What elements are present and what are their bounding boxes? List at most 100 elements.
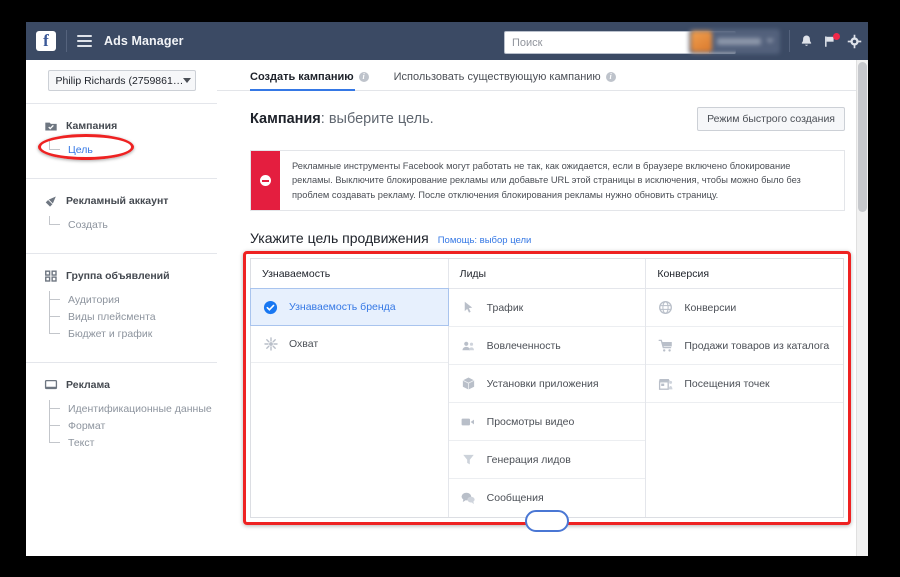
objective-store-visits[interactable]: Посещения точек: [646, 365, 844, 404]
column-header: Узнаваемость: [251, 259, 448, 290]
page-title-strong: Кампания: [250, 111, 321, 127]
sidebar-group-header: Группа объявлений: [42, 267, 217, 284]
video-camera-icon: [460, 413, 477, 430]
sidebar-item-format[interactable]: Формат: [49, 417, 217, 434]
sidebar-item-label: Виды плейсмента: [68, 310, 156, 323]
objective-label: Сообщения: [486, 492, 544, 505]
sidebar-item-placements[interactable]: Виды плейсмента: [49, 308, 217, 325]
sidebar-subitems: Цель: [38, 134, 217, 160]
chat-bubbles-icon: [460, 490, 477, 507]
objective-app-installs[interactable]: Установки приложения: [448, 365, 646, 404]
sidebar-item-budget-schedule[interactable]: Бюджет и график: [49, 325, 217, 342]
objective-label: Вовлеченность: [486, 339, 561, 352]
objective-column-conversion: Конверсия Конверсии Продажи товаров из к…: [646, 259, 844, 517]
hamburger-menu-icon[interactable]: [77, 35, 92, 47]
bottom-continue-button-partial[interactable]: [525, 510, 569, 533]
objective-table: Узнаваемость Узнаваемость бренда Охват Л…: [250, 258, 844, 519]
section-title: Укажите цель продвижения: [250, 230, 429, 247]
sidebar-item-create[interactable]: Создать: [49, 216, 217, 233]
people-icon: [460, 337, 477, 354]
funnel-icon: [460, 451, 477, 468]
objective-label: Посещения точек: [684, 377, 770, 390]
info-icon[interactable]: i: [605, 72, 616, 82]
sidebar-item-label: Бюджет и график: [68, 327, 153, 340]
tab-bar: Создать кампанию i Использовать существу…: [217, 60, 868, 91]
tab-create-campaign[interactable]: Создать кампанию i: [250, 71, 369, 91]
sidebar-item-text[interactable]: Текст: [49, 434, 217, 451]
objective-column-awareness: Узнаваемость Узнаваемость бренда Охват: [250, 259, 449, 518]
topbar-right-icons: [689, 22, 862, 60]
objective-engagement[interactable]: Вовлеченность: [448, 327, 646, 366]
check-circle-icon: [262, 299, 279, 316]
tab-label: Использовать существующую кампанию: [393, 71, 601, 83]
info-icon[interactable]: i: [358, 72, 369, 82]
storefront-icon: [657, 375, 674, 392]
sidebar-item-label: Создать: [68, 218, 108, 231]
adset-grid-icon: [42, 267, 59, 284]
top-navigation-bar: f Ads Manager: [26, 22, 868, 60]
objective-reach[interactable]: Охват: [251, 325, 448, 364]
sidebar-item-label: Идентификационные данные: [68, 402, 212, 415]
sidebar-group-ad-account: Рекламный аккаунт Создать: [26, 179, 217, 241]
objective-brand-awareness[interactable]: Узнаваемость бренда: [250, 288, 449, 327]
browser-viewport: f Ads Manager Поиск Philip Richards (275…: [26, 22, 868, 556]
tree-branch-icon: [49, 434, 62, 443]
tree-branch-icon: [49, 216, 62, 225]
adblock-alert-banner: Рекламные инструменты Facebook могут раб…: [250, 150, 845, 212]
divider: [789, 30, 790, 52]
account-name-blurred: [717, 37, 761, 45]
sidebar-item-objective[interactable]: Цель: [49, 141, 217, 158]
objective-video-views[interactable]: Просмотры видео: [448, 403, 646, 442]
objective-label: Установки приложения: [486, 377, 599, 390]
sidebar-group-header: Рекламный аккаунт: [42, 192, 217, 209]
account-selector-dropdown[interactable]: Philip Richards (2759861…: [47, 70, 196, 91]
avatar: [691, 30, 712, 52]
ad-monitor-icon: [42, 376, 59, 393]
sidebar-group-header: Кампания: [42, 117, 217, 134]
sidebar-group-adset: Группа объявлений Аудитория Виды плейсме…: [26, 254, 217, 350]
sidebar-item-identity[interactable]: Идентификационные данные: [49, 400, 217, 417]
objective-lead-generation[interactable]: Генерация лидов: [448, 441, 646, 480]
sidebar-item-label: Цель: [68, 143, 93, 156]
objective-catalog-sales[interactable]: Продажи товаров из каталога: [646, 327, 844, 366]
chevron-down-icon: [766, 39, 774, 43]
tab-use-existing-campaign[interactable]: Использовать существующую кампанию i: [394, 71, 616, 90]
page-heading-row: Кампания: выберите цель. Режим быстрого …: [217, 91, 868, 131]
objective-conversions[interactable]: Конверсии: [646, 289, 844, 328]
chevron-down-icon: [183, 78, 192, 83]
sidebar-subitems: Идентификационные данные Формат Текст: [49, 400, 217, 451]
sidebar-group-label: Группа объявлений: [66, 269, 170, 282]
app-title: Ads Manager: [104, 34, 184, 48]
quick-create-mode-button[interactable]: Режим быстрого создания: [697, 107, 845, 131]
facebook-logo-icon[interactable]: f: [36, 31, 56, 51]
objective-label: Узнаваемость бренда: [289, 301, 396, 314]
sidebar-item-audience[interactable]: Аудитория: [49, 291, 217, 308]
account-chip[interactable]: [689, 28, 780, 54]
objective-traffic[interactable]: Трафик: [448, 289, 646, 328]
megaphone-icon: [42, 192, 59, 209]
sidebar-group-label: Кампания: [66, 119, 118, 132]
main-content: Создать кампанию i Использовать существу…: [217, 60, 868, 556]
tree-branch-icon: [49, 417, 62, 434]
objective-column-leads: Лиды Трафик Вовлеченность Установки прил…: [448, 259, 647, 518]
vertical-scrollbar[interactable]: [856, 60, 868, 556]
column-header: Лиды: [448, 259, 646, 290]
tab-label: Создать кампанию: [250, 71, 354, 83]
objective-label: Охват: [289, 337, 319, 350]
bell-icon[interactable]: [799, 34, 814, 49]
objective-label: Трафик: [486, 301, 524, 314]
scrollbar-thumb[interactable]: [858, 62, 867, 212]
gear-icon[interactable]: [847, 34, 862, 49]
objective-section-header: Укажите цель продвижения Помощь: выбор ц…: [217, 211, 868, 246]
sidebar-group-label: Рекламный аккаунт: [66, 194, 169, 207]
objective-table-wrapper: Узнаваемость Узнаваемость бренда Охват Л…: [243, 251, 851, 533]
tree-branch-icon: [49, 400, 62, 417]
divider: [66, 30, 67, 52]
left-sidebar: Philip Richards (2759861… Кампания Цель: [26, 60, 218, 556]
cursor-icon: [460, 299, 477, 316]
flag-icon[interactable]: [823, 32, 840, 49]
search-input[interactable]: [505, 35, 709, 50]
help-choose-objective-link[interactable]: Помощь: выбор цели: [438, 235, 532, 246]
shopping-cart-icon: [657, 337, 674, 354]
tree-branch-icon: [49, 308, 62, 325]
